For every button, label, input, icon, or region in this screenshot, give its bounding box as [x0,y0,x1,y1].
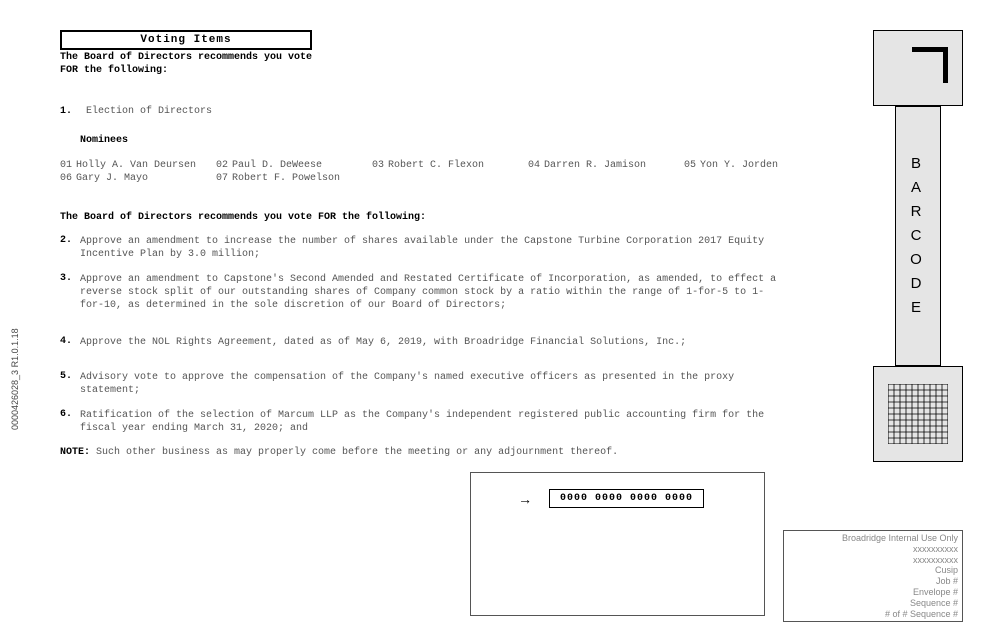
internal-line: Envelope # [788,587,958,598]
nominee-num: 01 [60,160,76,171]
control-number-box: 0000 0000 0000 0000 [549,489,704,508]
proposal-3: 3. Approve an amendment to Capstone's Se… [60,273,850,312]
proposal-text: Ratification of the selection of Marcum … [80,409,780,435]
proposal-number: 6. [60,409,80,435]
proposal-number: 3. [60,273,80,312]
nominee-name: Holly A. Van Deursen [76,160,216,171]
barcode-label: BARCODE [910,152,926,320]
nominee-num: 07 [216,173,232,184]
signature-box: → 0000 0000 0000 0000 [470,472,765,616]
internal-line: xxxxxxxxxx [788,544,958,555]
left-rotated-label: 0000426028_3 R1.0.1.18 [10,328,20,430]
nominee-name: Robert C. Flexon [388,160,528,171]
internal-line: Sequence # [788,598,958,609]
barcode-placeholder: BARCODE [895,106,941,366]
qr-placeholder [873,366,963,462]
item-1-title: Election of Directors [86,106,212,117]
nominee-num: 03 [372,160,388,171]
internal-line: xxxxxxxxxx [788,555,958,566]
qr-grid-icon [888,384,948,444]
nominees-heading: Nominees [80,135,850,146]
nominee-num: 04 [528,160,544,171]
item-1: 1. Election of Directors [60,106,850,117]
internal-line: # of # Sequence # [788,609,958,620]
internal-line: Job # [788,576,958,587]
internal-line: Cusip [788,565,958,576]
voting-items-title: Voting Items [60,30,312,50]
proposal-2: 2. Approve an amendment to increase the … [60,235,850,261]
proposal-number: 4. [60,336,80,349]
item-1-number: 1. [60,106,80,117]
nominee-name: Robert F. Powelson [232,173,372,184]
proposal-text: Approve the NOL Rights Agreement, dated … [80,336,780,349]
nominee-name: Darren R. Jamison [544,160,684,171]
proposal-text: Approve an amendment to Capstone's Secon… [80,273,780,312]
note-label: NOTE: [60,447,90,458]
left-label-text: 0000426028_3 R1.0.1.18 [10,328,20,430]
note-line: NOTE: Such other business as may properl… [60,447,850,458]
internal-header: Broadridge Internal Use Only [788,533,958,544]
nominees-grid: 01Holly A. Van Deursen 02Paul D. DeWeese… [60,160,850,184]
corner-mark-icon [912,47,948,83]
side-column: BARCODE [873,30,963,462]
proposal-number: 5. [60,371,80,397]
nominee-num: 02 [216,160,232,171]
main-content: Voting Items The Board of Directors reco… [60,30,850,458]
proposal-text: Approve an amendment to increase the num… [80,235,780,261]
nominee-name: Gary J. Mayo [76,173,216,184]
corner-mark-box [873,30,963,106]
recommend-line-2: FOR the following: [60,65,850,76]
nominee-num: 05 [684,160,700,171]
proposal-4: 4. Approve the NOL Rights Agreement, dat… [60,336,850,349]
nominee-name: Paul D. DeWeese [232,160,372,171]
recommend-2: The Board of Directors recommends you vo… [60,212,850,223]
proposal-6: 6. Ratification of the selection of Marc… [60,409,850,435]
internal-use-box: Broadridge Internal Use Only xxxxxxxxxx … [783,530,963,622]
nominee-num: 06 [60,173,76,184]
proposal-text: Advisory vote to approve the compensatio… [80,371,780,397]
proposal-5: 5. Advisory vote to approve the compensa… [60,371,850,397]
note-text: Such other business as may properly come… [90,447,618,458]
arrow-icon: → [521,493,529,509]
recommend-line-1: The Board of Directors recommends you vo… [60,52,850,63]
proposal-number: 2. [60,235,80,261]
nominee-name: Yon Y. Jorden [700,160,840,171]
